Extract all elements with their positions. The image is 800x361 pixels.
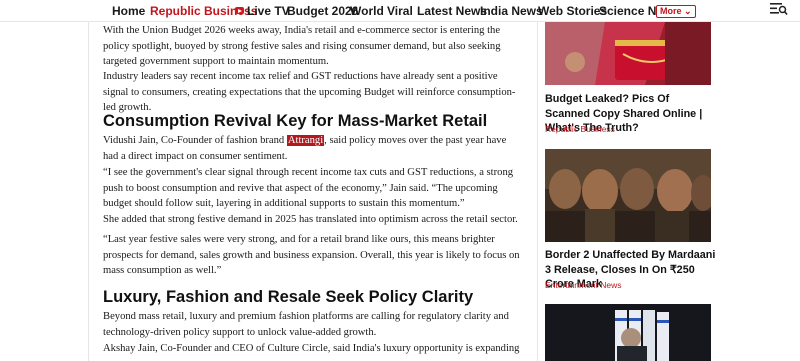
article-paragraph: She added that strong festive demand in … (103, 214, 518, 225)
section-heading-consumption: Consumption Revival Key for Mass-Market … (103, 112, 488, 130)
article-paragraph: Industry leaders say recent income tax r… (103, 71, 516, 113)
nav-item-live-tv[interactable]: Live TV (235, 4, 290, 18)
nav-item-budget-2026[interactable]: Budget 2026 (287, 4, 358, 18)
paragraph-text: Vidushi Jain, Co-Founder of fashion bran… (103, 135, 287, 146)
sidebar-card-category[interactable]: Republic Business (545, 124, 615, 134)
article-paragraph: Akshay Jain, Co-Founder and CEO of Cultu… (103, 343, 520, 354)
nav-item-world[interactable]: World (350, 4, 384, 18)
more-label: More (660, 6, 682, 16)
menu-search-icon[interactable] (770, 2, 788, 16)
section-heading-luxury: Luxury, Fashion and Resale Seek Policy C… (103, 288, 474, 306)
nav-item-live-tv-label: Live TV (247, 4, 290, 18)
top-navigation: Home Republic Business Live TV Budget 20… (0, 0, 800, 22)
left-divider (88, 22, 89, 361)
nav-item-web-stories[interactable]: Web Stories (538, 4, 607, 18)
nav-item-latest-news[interactable]: Latest News (417, 4, 487, 18)
sidebar-card-image-next[interactable] (545, 304, 711, 361)
article-paragraph: “Last year festive sales were very stron… (103, 234, 520, 276)
attrangi-link[interactable]: Attrangi (286, 135, 325, 146)
article-paragraph: With the Union Budget 2026 weeks away, I… (103, 25, 501, 67)
nav-item-india-news[interactable]: India News (480, 4, 543, 18)
sidebar-card-image-border2[interactable] (545, 149, 711, 242)
article-paragraph: Beyond mass retail, luxury and premium f… (103, 311, 509, 338)
nav-item-home[interactable]: Home (112, 4, 145, 18)
sidebar-card-category[interactable]: Entertainment News (545, 280, 622, 290)
live-tv-icon (235, 7, 244, 14)
column-divider (537, 22, 538, 361)
more-dropdown-button[interactable]: More ⌄ (656, 5, 696, 18)
sidebar-card-image-budget[interactable] (545, 22, 711, 85)
nav-item-viral[interactable]: Viral (387, 4, 413, 18)
article-paragraph: “I see the government's clear signal thr… (103, 167, 514, 209)
article-paragraph: Vidushi Jain, Co-Founder of fashion bran… (103, 133, 523, 164)
chevron-down-icon: ⌄ (684, 6, 692, 16)
